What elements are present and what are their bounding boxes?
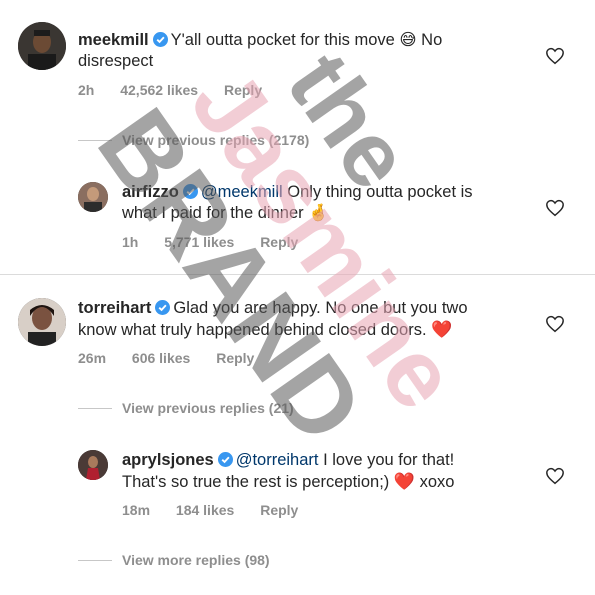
reply-text: airfizzo @meekmill Only thing outta pocke… [122, 182, 532, 224]
reply-meta: 18m 184 likes Reply [122, 502, 320, 518]
reply-body-a: I love you for that! [318, 451, 455, 469]
comment-body-b: disrespect [78, 52, 154, 70]
comment-body-a: Glad you are happy. No one but you two [173, 299, 468, 317]
comment-text: meekmill Y'all outta pocket for this move… [78, 30, 518, 72]
reply-button[interactable]: Reply [260, 502, 298, 518]
section-divider [0, 274, 595, 275]
avatar-image [18, 298, 66, 346]
heart-outline-icon[interactable] [545, 467, 565, 485]
reply-button[interactable]: Reply [224, 82, 262, 98]
avatar[interactable] [78, 450, 108, 480]
avatar[interactable] [78, 182, 108, 212]
view-previous-replies-1[interactable]: View previous replies (2178) [78, 132, 309, 148]
heart-outline-icon[interactable] [545, 199, 565, 217]
avatar-image [18, 22, 66, 70]
comment-meta: 2h 42,562 likes Reply [78, 82, 284, 98]
reply-meta: 1h 5,771 likes Reply [122, 234, 320, 250]
avatar-image [78, 182, 108, 212]
divider-line [78, 559, 112, 561]
comment-meta: 26m 606 likes Reply [78, 350, 276, 366]
verified-badge-icon [217, 452, 233, 467]
reply-body-b: That's so true the rest is perception;) [122, 473, 394, 491]
divider-line [78, 407, 112, 409]
timestamp: 2h [78, 82, 95, 98]
red-heart-emoji: ❤️ [431, 320, 453, 339]
timestamp: 18m [122, 502, 151, 518]
username[interactable]: meekmill [78, 31, 149, 49]
verified-badge-icon [182, 184, 198, 199]
comment-body-a: Y'all outta pocket for this move 😅 No [170, 31, 443, 49]
avatar-image [78, 450, 108, 480]
timestamp: 26m [78, 350, 107, 366]
mention-link[interactable]: @torreihart [236, 451, 319, 469]
username[interactable]: torreihart [78, 299, 151, 317]
likes-count[interactable]: 606 likes [132, 350, 190, 366]
heart-outline-icon[interactable] [545, 47, 565, 65]
view-more-label[interactable]: View more replies (98) [122, 552, 270, 568]
avatar[interactable] [18, 298, 66, 346]
reply-body-c: xoxo [415, 473, 455, 491]
likes-count[interactable]: 5,771 likes [164, 234, 234, 250]
reply-button[interactable]: Reply [260, 234, 298, 250]
view-more-replies[interactable]: View more replies (98) [78, 552, 270, 568]
username[interactable]: airfizzo [122, 183, 179, 201]
likes-count[interactable]: 184 likes [176, 502, 234, 518]
view-previous-label[interactable]: View previous replies (21) [122, 400, 294, 416]
timestamp: 1h [122, 234, 139, 250]
divider-line [78, 139, 112, 141]
username[interactable]: aprylsjones [122, 451, 214, 469]
avatar[interactable] [18, 22, 66, 70]
reply-text: aprylsjones @torreihart I love you for th… [122, 450, 532, 493]
comment-body-b: know what truly happened behind closed d… [78, 321, 432, 339]
reply-button[interactable]: Reply [216, 350, 254, 366]
likes-count[interactable]: 42,562 likes [120, 82, 198, 98]
verified-badge-icon [152, 32, 168, 47]
red-heart-emoji: ❤️ [393, 472, 416, 491]
comment-text: torreihart Glad you are happy. No one but… [78, 298, 518, 341]
verified-badge-icon [155, 300, 171, 315]
reply-body-b: what I paid for the dinner 🤞 [122, 204, 329, 222]
mention-link[interactable]: @meekmill [201, 183, 283, 201]
view-previous-replies-2[interactable]: View previous replies (21) [78, 400, 294, 416]
view-previous-label[interactable]: View previous replies (2178) [122, 132, 309, 148]
reply-body-a: Only thing outta pocket is [282, 183, 473, 201]
heart-outline-icon[interactable] [545, 315, 565, 333]
